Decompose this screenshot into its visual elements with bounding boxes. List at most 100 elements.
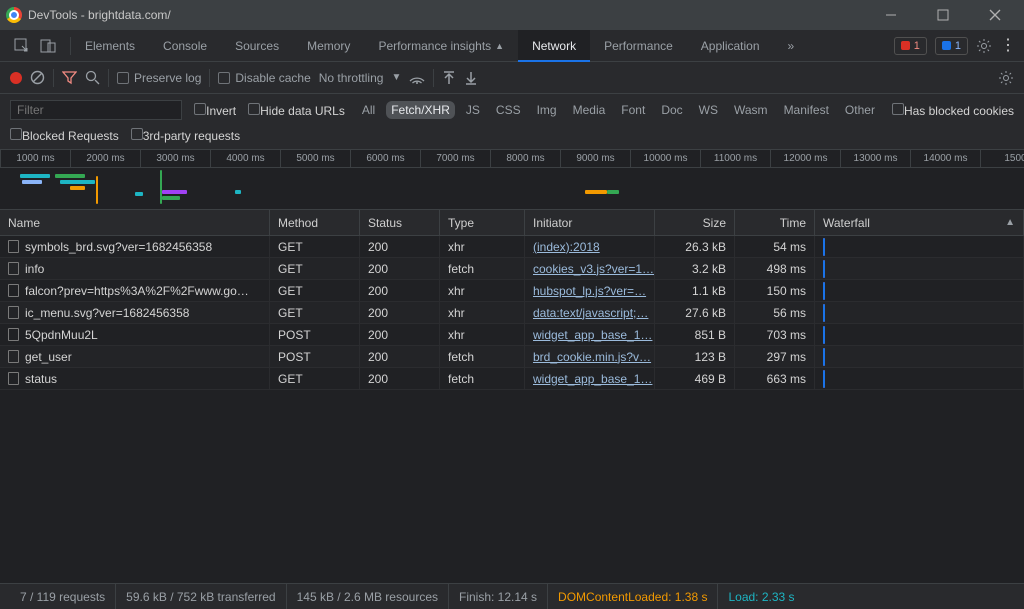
blocked-requests-checkbox[interactable]: Blocked Requests — [10, 128, 119, 143]
col-type[interactable]: Type — [440, 210, 525, 235]
timeline-tick: 7000 ms — [420, 150, 490, 167]
col-time[interactable]: Time — [735, 210, 815, 235]
status-dcl: DOMContentLoaded: 1.38 s — [548, 584, 718, 609]
request-row[interactable]: infoGET200fetchcookies_v3.js?ver=1…3.2 k… — [0, 258, 1024, 280]
timeline-tick: 1500 — [980, 150, 1024, 167]
request-row[interactable]: symbols_brd.svg?ver=1682456358GET200xhr(… — [0, 236, 1024, 258]
filter-type-js[interactable]: JS — [461, 101, 485, 119]
col-status[interactable]: Status — [360, 210, 440, 235]
request-row[interactable]: 5QpdnMuu2LPOST200xhrwidget_app_base_1…85… — [0, 324, 1024, 346]
chevron-down-icon[interactable]: ▼ — [391, 72, 401, 83]
filter-type-doc[interactable]: Doc — [656, 101, 687, 119]
filter-type-all[interactable]: All — [357, 101, 380, 119]
col-waterfall[interactable]: Waterfall▲ — [815, 210, 1024, 235]
request-row[interactable]: ic_menu.svg?ver=1682456358GET200xhrdata:… — [0, 302, 1024, 324]
network-conditions-icon[interactable] — [409, 72, 425, 84]
filter-type-other[interactable]: Other — [840, 101, 880, 119]
filter-toggle-icon[interactable] — [62, 70, 77, 85]
file-icon — [8, 284, 19, 297]
error-count-badge[interactable]: 1 — [894, 37, 927, 55]
more-tabs-button[interactable]: » — [774, 30, 809, 62]
minimize-button[interactable] — [868, 0, 914, 30]
timeline-tick: 2000 ms — [70, 150, 140, 167]
status-bar: 7 / 119 requests 59.6 kB / 752 kB transf… — [0, 583, 1024, 609]
col-size[interactable]: Size — [655, 210, 735, 235]
tab-console[interactable]: Console — [149, 30, 221, 62]
issue-count-badge[interactable]: 1 — [935, 37, 968, 55]
filter-type-media[interactable]: Media — [568, 101, 611, 119]
timeline-tick: 12000 ms — [770, 150, 840, 167]
tab-elements[interactable]: Elements — [71, 30, 149, 62]
network-toolbar: Preserve log Disable cache No throttling… — [0, 62, 1024, 94]
hide-data-urls-checkbox[interactable]: Hide data URLs — [248, 103, 345, 118]
chrome-icon — [6, 7, 22, 23]
file-icon — [8, 372, 19, 385]
throttling-select[interactable]: No throttling — [319, 71, 384, 85]
timeline-tick: 4000 ms — [210, 150, 280, 167]
settings-icon[interactable] — [976, 38, 992, 54]
overview-timeline[interactable]: 1000 ms2000 ms3000 ms4000 ms5000 ms6000 … — [0, 150, 1024, 210]
window-titlebar: DevTools - brightdata.com/ — [0, 0, 1024, 30]
file-icon — [8, 240, 19, 253]
import-har-icon[interactable] — [442, 71, 456, 85]
search-icon[interactable] — [85, 70, 100, 85]
filter-input[interactable] — [10, 100, 182, 120]
tab-network[interactable]: Network — [518, 30, 590, 62]
initiator-link[interactable]: (index):2018 — [533, 240, 600, 254]
third-party-checkbox[interactable]: 3rd-party requests — [131, 128, 240, 143]
filter-type-manifest[interactable]: Manifest — [779, 101, 834, 119]
timeline-tick: 5000 ms — [280, 150, 350, 167]
request-row[interactable]: statusGET200fetchwidget_app_base_1…469 B… — [0, 368, 1024, 390]
window-title: DevTools - brightdata.com/ — [28, 8, 862, 22]
col-name[interactable]: Name — [0, 210, 270, 235]
timeline-tick: 8000 ms — [490, 150, 560, 167]
export-har-icon[interactable] — [464, 71, 478, 85]
timeline-tick: 6000 ms — [350, 150, 420, 167]
filter-type-wasm[interactable]: Wasm — [729, 101, 773, 119]
network-settings-icon[interactable] — [998, 70, 1014, 86]
preserve-log-checkbox[interactable]: Preserve log — [117, 71, 201, 85]
filter-bar: Invert Hide data URLs All Fetch/XHR JS CSS I… — [0, 94, 1024, 150]
filter-type-css[interactable]: CSS — [491, 101, 526, 119]
timeline-tick: 10000 ms — [630, 150, 700, 167]
clear-button[interactable] — [30, 70, 45, 85]
tab-application[interactable]: Application — [687, 30, 774, 62]
initiator-link[interactable]: cookies_v3.js?ver=1… — [533, 262, 654, 276]
request-row[interactable]: falcon?prev=https%3A%2F%2Fwww.go…GET200x… — [0, 280, 1024, 302]
status-finish: Finish: 12.14 s — [449, 584, 548, 609]
table-header: Name Method Status Type Initiator Size T… — [0, 210, 1024, 236]
initiator-link[interactable]: data:text/javascript;… — [533, 306, 648, 320]
filter-type-ws[interactable]: WS — [694, 101, 723, 119]
tab-sources[interactable]: Sources — [221, 30, 293, 62]
device-icon[interactable] — [40, 38, 56, 54]
timeline-tick: 11000 ms — [700, 150, 770, 167]
col-initiator[interactable]: Initiator — [525, 210, 655, 235]
tab-performance[interactable]: Performance — [590, 30, 687, 62]
request-row[interactable]: get_userPOST200fetchbrd_cookie.min.js?v…… — [0, 346, 1024, 368]
initiator-link[interactable]: widget_app_base_1… — [533, 328, 652, 342]
record-button[interactable] — [10, 72, 22, 84]
file-icon — [8, 328, 19, 341]
request-table: symbols_brd.svg?ver=1682456358GET200xhr(… — [0, 236, 1024, 521]
col-method[interactable]: Method — [270, 210, 360, 235]
close-button[interactable] — [972, 0, 1018, 30]
kebab-icon[interactable]: ⋮ — [1000, 38, 1016, 54]
tab-memory[interactable]: Memory — [293, 30, 364, 62]
file-icon — [8, 350, 19, 363]
timeline-tick: 14000 ms — [910, 150, 980, 167]
maximize-button[interactable] — [920, 0, 966, 30]
status-transferred: 59.6 kB / 752 kB transferred — [116, 584, 286, 609]
invert-checkbox[interactable]: Invert — [194, 103, 236, 118]
filter-type-fetchxhr[interactable]: Fetch/XHR — [386, 101, 455, 119]
filter-type-img[interactable]: Img — [532, 101, 562, 119]
has-blocked-cookies-checkbox[interactable]: Has blocked cookies — [892, 103, 1014, 118]
initiator-link[interactable]: widget_app_base_1… — [533, 372, 652, 386]
tab-performance-insights[interactable]: Performance insights▲ — [364, 30, 518, 62]
file-icon — [8, 262, 19, 275]
initiator-link[interactable]: brd_cookie.min.js?v… — [533, 350, 651, 364]
initiator-link[interactable]: hubspot_lp.js?ver=… — [533, 284, 646, 298]
panel-tabs: ElementsConsoleSourcesMemoryPerformance … — [0, 30, 1024, 62]
inspect-icon[interactable] — [14, 38, 30, 54]
filter-type-font[interactable]: Font — [616, 101, 650, 119]
disable-cache-checkbox[interactable]: Disable cache — [218, 71, 310, 85]
